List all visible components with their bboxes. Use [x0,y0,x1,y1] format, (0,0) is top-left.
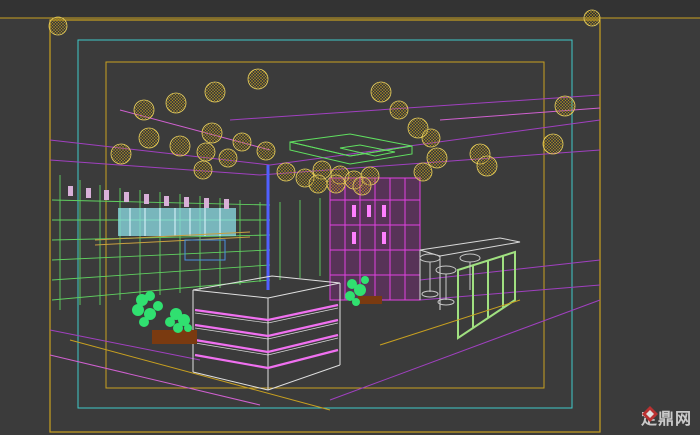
bar-frame [457,250,516,340]
wine-rack [329,177,421,301]
3d-viewport[interactable]: 定鼎网 [0,0,700,435]
central-island [192,275,341,391]
bottles [68,186,229,209]
lit-display-cabinet [118,208,236,236]
wireframe-scene [0,0,700,433]
shelving-wall [51,175,321,310]
watermark: 定鼎网 [641,405,692,429]
pendant-lamps [48,9,601,196]
logo-icon [641,406,658,422]
